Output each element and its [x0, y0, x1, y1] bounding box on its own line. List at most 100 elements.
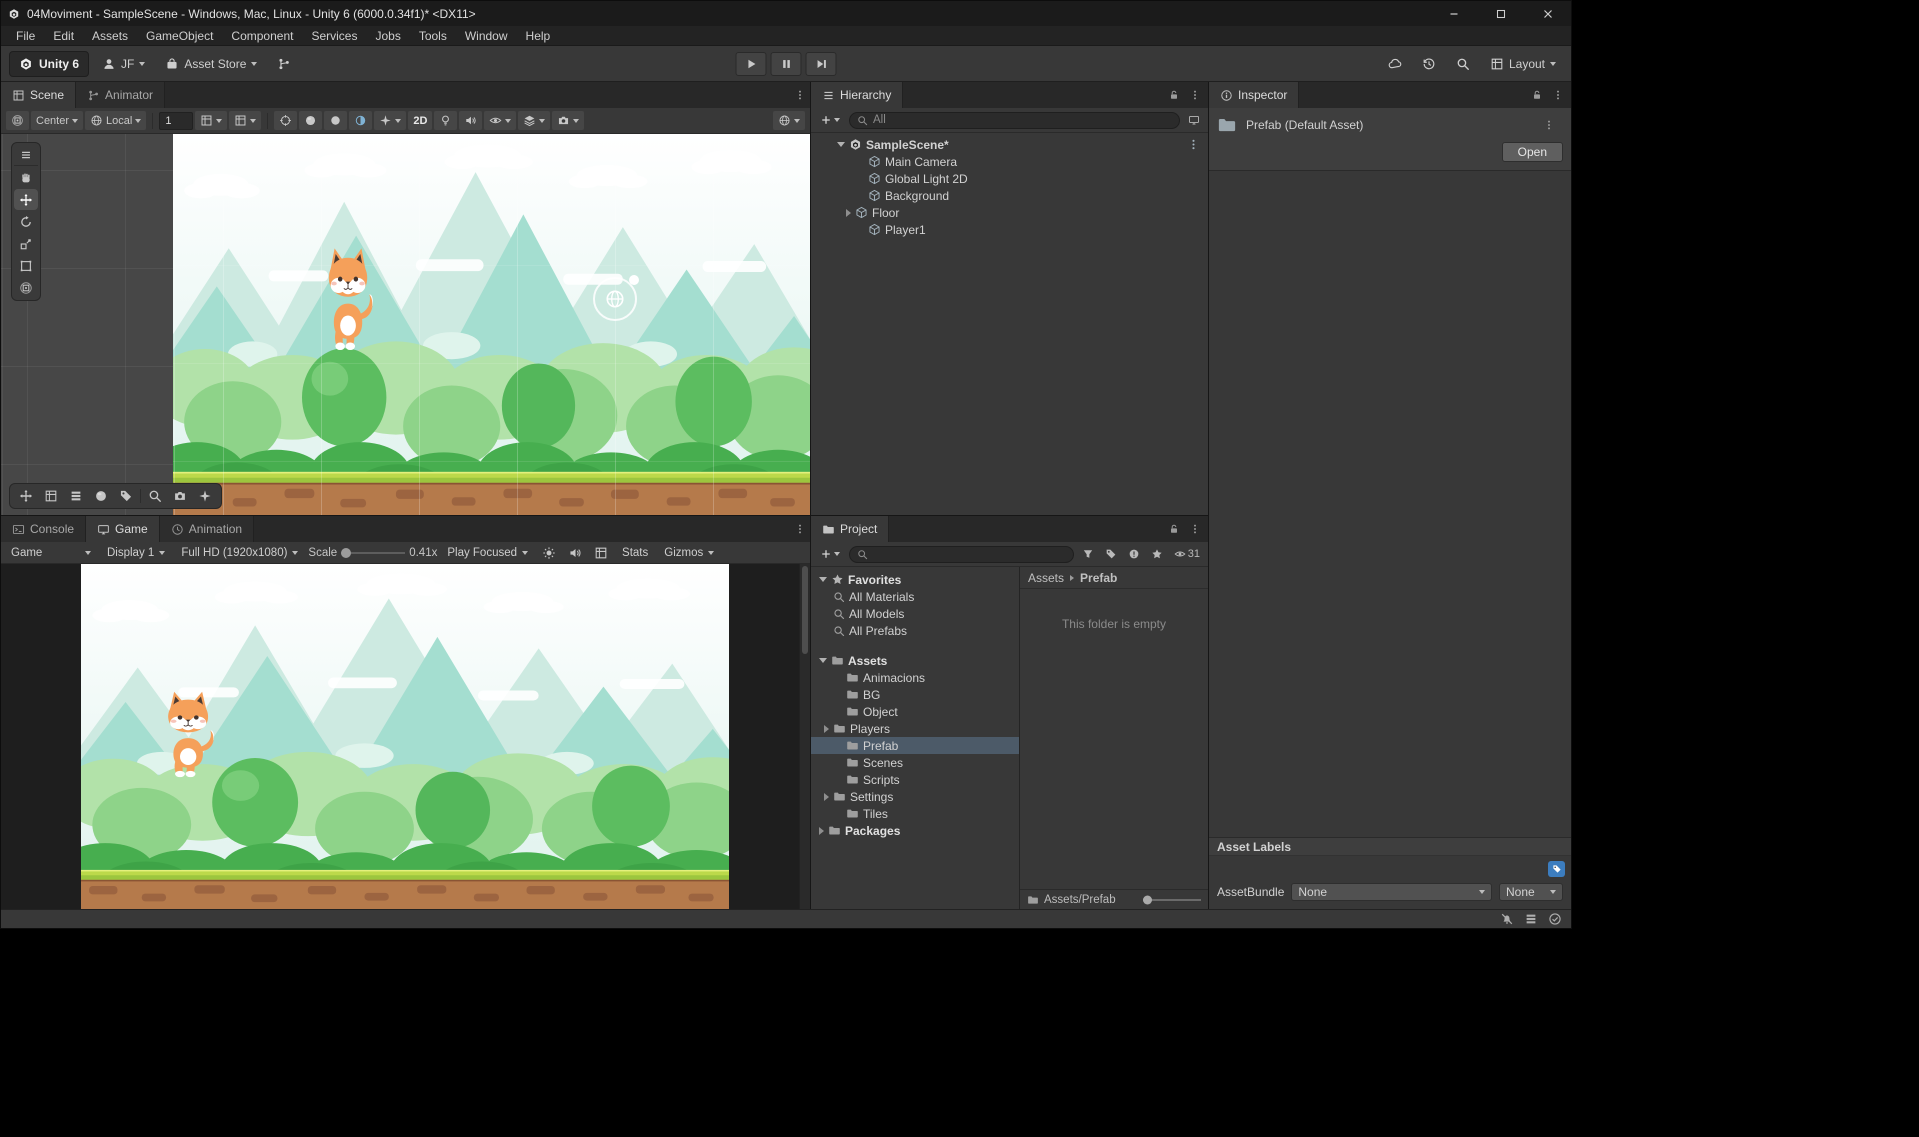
hand-tool[interactable] — [14, 167, 38, 188]
visibility-dropdown[interactable] — [484, 111, 516, 130]
panel-menu-icon[interactable] — [790, 82, 810, 108]
hierarchy-search[interactable] — [849, 112, 1180, 129]
move-gizmo[interactable] — [593, 277, 637, 321]
rotate-tool[interactable] — [14, 211, 38, 232]
shadow-mode-toggle[interactable] — [349, 111, 372, 130]
foldout-closed-icon[interactable] — [824, 725, 829, 733]
assetbundle-dropdown[interactable]: None — [1291, 883, 1492, 901]
project-folder-bg[interactable]: BG — [811, 686, 1019, 703]
game-view-dropdown[interactable]: Game — [5, 543, 97, 563]
grid-size-field[interactable] — [159, 112, 193, 130]
render-doodad-toggle[interactable] — [274, 111, 297, 130]
breadcrumb-root[interactable]: Assets — [1028, 571, 1064, 585]
menu-tools[interactable]: Tools — [410, 26, 456, 45]
panel-menu-icon[interactable] — [790, 516, 810, 542]
gizmos-dropdown[interactable]: Gizmos — [658, 543, 720, 563]
open-button[interactable]: Open — [1502, 142, 1563, 162]
notifications-muted-icon[interactable] — [1500, 912, 1514, 926]
menu-gameobject[interactable]: GameObject — [137, 26, 222, 45]
foldout-open-icon[interactable] — [819, 577, 827, 582]
add-gameobject-button[interactable] — [816, 111, 844, 130]
menu-file[interactable]: File — [7, 26, 44, 45]
2d-toggle[interactable]: 2D — [408, 111, 432, 130]
hidden-packages-icon[interactable] — [1125, 545, 1143, 564]
project-folder-object[interactable]: Object — [811, 703, 1019, 720]
add-asset-button[interactable] — [816, 545, 844, 564]
lock-icon[interactable] — [1531, 89, 1543, 101]
tab-hierarchy[interactable]: Hierarchy — [811, 82, 903, 108]
menu-help[interactable]: Help — [517, 26, 560, 45]
panel-menu-icon[interactable] — [1552, 89, 1564, 101]
space-dropdown[interactable]: Local — [85, 111, 146, 130]
foldout-closed-icon[interactable] — [824, 793, 829, 801]
account-dropdown[interactable]: JF — [95, 51, 152, 77]
assets-root-row[interactable]: Assets — [811, 652, 1019, 669]
overlay-layers-icon[interactable] — [65, 486, 87, 506]
overlay-grid-icon[interactable] — [40, 486, 62, 506]
minimize-button[interactable] — [1430, 1, 1477, 26]
foldout-closed-icon[interactable] — [819, 827, 824, 835]
pivot-dropdown[interactable]: Center — [31, 111, 83, 130]
shading-mode-dropdown[interactable] — [299, 111, 322, 130]
audio-toggle[interactable] — [459, 111, 482, 130]
console-activity-icon[interactable] — [1524, 912, 1538, 926]
player-fox-sprite[interactable] — [320, 244, 376, 351]
transform-tool[interactable] — [14, 277, 38, 298]
status-ok-icon[interactable] — [1548, 912, 1562, 926]
hierarchy-scene-row[interactable]: SampleScene* — [811, 136, 1208, 153]
slider-knob[interactable] — [1143, 895, 1152, 904]
hierarchy-item-floor[interactable]: Floor — [811, 204, 1208, 221]
menu-services[interactable]: Services — [302, 26, 366, 45]
hierarchy-item-background[interactable]: Background — [811, 187, 1208, 204]
step-button[interactable] — [806, 52, 837, 76]
close-button[interactable] — [1524, 1, 1571, 26]
undo-history-button[interactable] — [1415, 51, 1443, 77]
vsync-toggle[interactable] — [538, 543, 560, 563]
project-search-input[interactable] — [873, 548, 1066, 560]
hierarchy-item-global-light[interactable]: Global Light 2D — [811, 170, 1208, 187]
scene-canvas[interactable] — [173, 134, 810, 515]
menu-jobs[interactable]: Jobs — [366, 26, 409, 45]
scene-picking-icon[interactable] — [1185, 111, 1203, 130]
overlay-sphere-icon[interactable] — [90, 486, 112, 506]
overlay-camera-icon[interactable] — [169, 486, 191, 506]
assetbundle-variant-dropdown[interactable]: None — [1499, 883, 1563, 901]
scrollbar[interactable] — [799, 564, 810, 909]
project-folder-tiles[interactable]: Tiles — [811, 805, 1019, 822]
menu-component[interactable]: Component — [222, 26, 302, 45]
thumbnail-size-slider[interactable] — [1143, 899, 1201, 901]
stats-button[interactable]: Stats — [616, 543, 654, 563]
layers-dropdown[interactable] — [518, 111, 550, 130]
tab-inspector[interactable]: Inspector — [1209, 82, 1299, 108]
aspect-grid-toggle[interactable] — [590, 543, 612, 563]
tab-game[interactable]: Game — [86, 516, 160, 542]
tool-handle-icon[interactable] — [6, 111, 29, 130]
menu-assets[interactable]: Assets — [83, 26, 137, 45]
rect-tool[interactable] — [14, 255, 38, 276]
grid-snap-dropdown[interactable] — [195, 111, 227, 130]
project-folder-prefab[interactable]: Prefab — [811, 737, 1019, 754]
display-dropdown[interactable]: Display 1 — [101, 543, 171, 563]
tab-scene[interactable]: Scene — [1, 82, 76, 108]
add-label-button[interactable] — [1548, 861, 1565, 877]
maximize-button[interactable] — [1477, 1, 1524, 26]
overlay-zoom-icon[interactable] — [144, 486, 166, 506]
panel-menu-icon[interactable] — [1189, 523, 1201, 535]
hierarchy-item-main-camera[interactable]: Main Camera — [811, 153, 1208, 170]
foldout-open-icon[interactable] — [819, 658, 827, 663]
project-folder-animacions[interactable]: Animacions — [811, 669, 1019, 686]
effects-dropdown[interactable] — [374, 111, 406, 130]
tab-animation[interactable]: Animation — [160, 516, 254, 542]
favorite-item-all-prefabs[interactable]: All Prefabs — [811, 622, 1019, 639]
favorite-item-all-models[interactable]: All Models — [811, 605, 1019, 622]
inspector-menu-icon[interactable] — [1543, 119, 1563, 131]
slider-knob[interactable] — [341, 548, 351, 558]
asset-store-button[interactable]: Asset Store — [158, 51, 264, 77]
tools-overlay-menu-icon[interactable] — [14, 145, 38, 166]
overlay-paint-icon[interactable] — [115, 486, 137, 506]
grid-size-input[interactable] — [165, 115, 187, 127]
version-control-button[interactable] — [270, 51, 298, 77]
title-bar[interactable]: 04Moviment - SampleScene - Windows, Mac,… — [1, 1, 1571, 26]
packages-root-row[interactable]: Packages — [811, 822, 1019, 839]
hierarchy-item-player1[interactable]: Player1 — [811, 221, 1208, 238]
